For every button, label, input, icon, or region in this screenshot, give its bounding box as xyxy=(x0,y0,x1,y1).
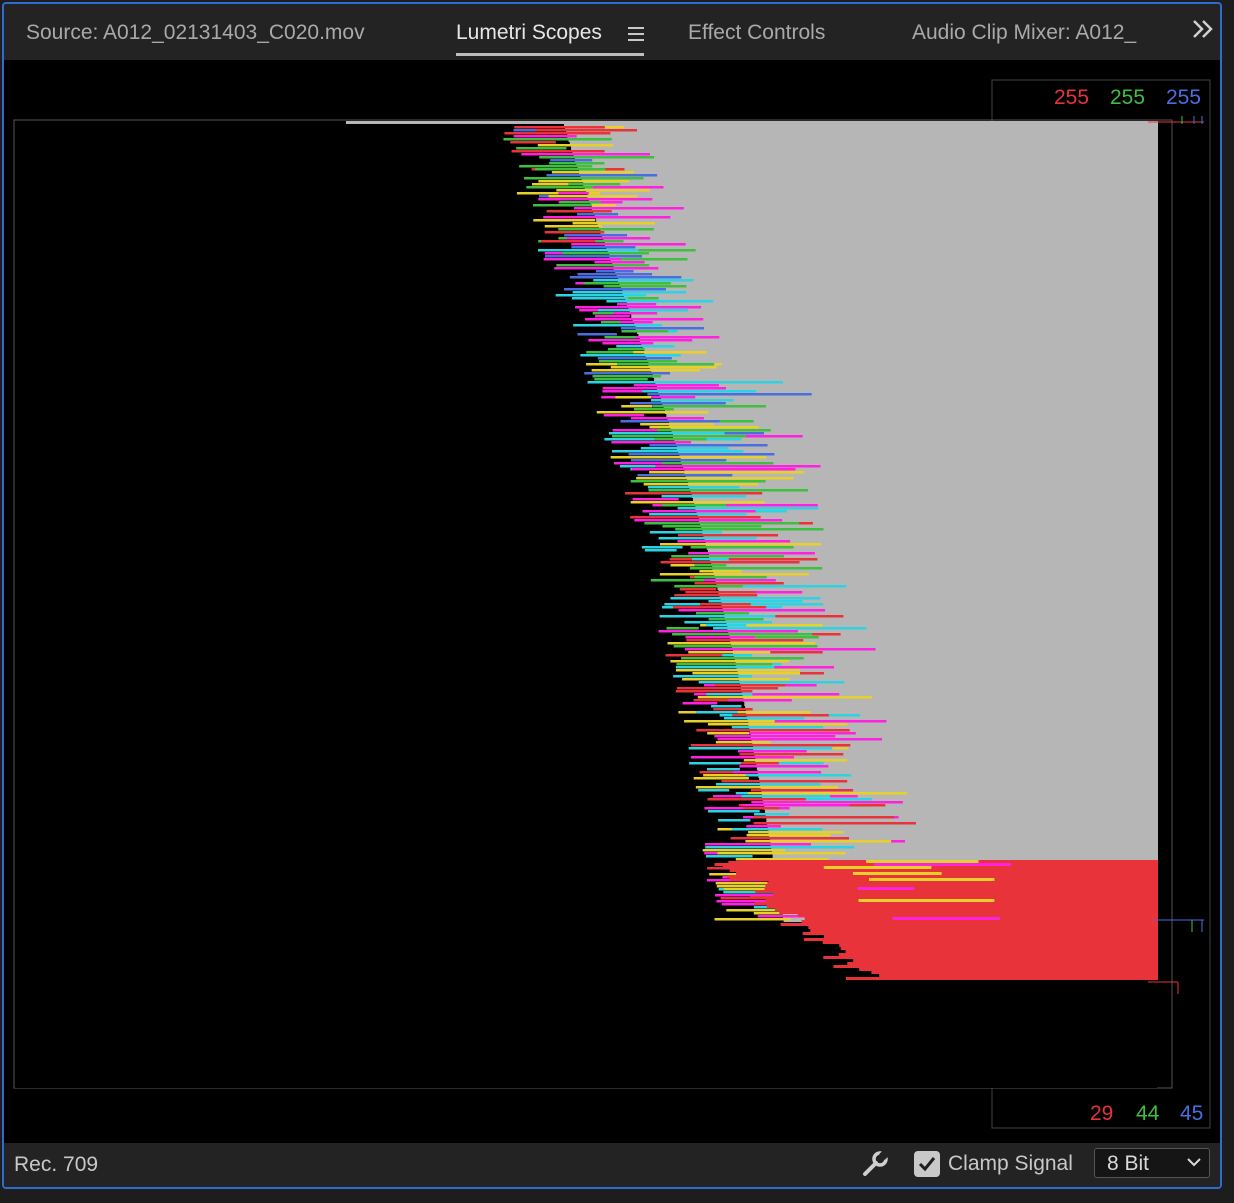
rgb-parade-histogram xyxy=(13,79,1211,1129)
tab-source[interactable]: Source: A012_02131403_C020.mov xyxy=(26,21,365,45)
clamp-signal-label: Clamp Signal xyxy=(948,1152,1073,1175)
panel-tab-bar: Source: A012_02131403_C020.mov Lumetri S… xyxy=(4,4,1220,60)
max-green-value: 255 xyxy=(1110,86,1146,109)
double-chevron-right-icon[interactable] xyxy=(1192,18,1214,46)
bit-depth-select[interactable]: 8 Bit xyxy=(1094,1148,1210,1178)
scope-footer: Rec. 709 Clamp Signal 8 Bit xyxy=(4,1143,1220,1187)
active-tab-indicator xyxy=(456,53,644,56)
scope-display: 255 255 255 29 44 45 xyxy=(4,60,1220,1146)
checkmark-icon xyxy=(918,1157,936,1172)
lumetri-scopes-panel: Source: A012_02131403_C020.mov Lumetri S… xyxy=(2,2,1222,1189)
color-space-label: Rec. 709 xyxy=(14,1153,99,1176)
tab-audio-clip-mixer[interactable]: Audio Clip Mixer: A012_ xyxy=(912,21,1136,45)
min-blue-value: 45 xyxy=(1180,1102,1204,1125)
clamp-signal-checkbox[interactable] xyxy=(914,1151,940,1177)
bit-depth-value: 8 Bit xyxy=(1107,1152,1150,1175)
max-blue-value: 255 xyxy=(1166,86,1202,109)
tab-lumetri-scopes[interactable]: Lumetri Scopes xyxy=(456,21,602,45)
min-green-value: 44 xyxy=(1136,1102,1160,1125)
wrench-icon[interactable] xyxy=(860,1149,890,1179)
chevron-down-icon xyxy=(1187,1158,1201,1167)
min-red-value: 29 xyxy=(1090,1102,1114,1125)
hamburger-menu-icon[interactable] xyxy=(628,27,644,41)
max-red-value: 255 xyxy=(1054,86,1090,109)
tab-effect-controls[interactable]: Effect Controls xyxy=(688,21,825,45)
